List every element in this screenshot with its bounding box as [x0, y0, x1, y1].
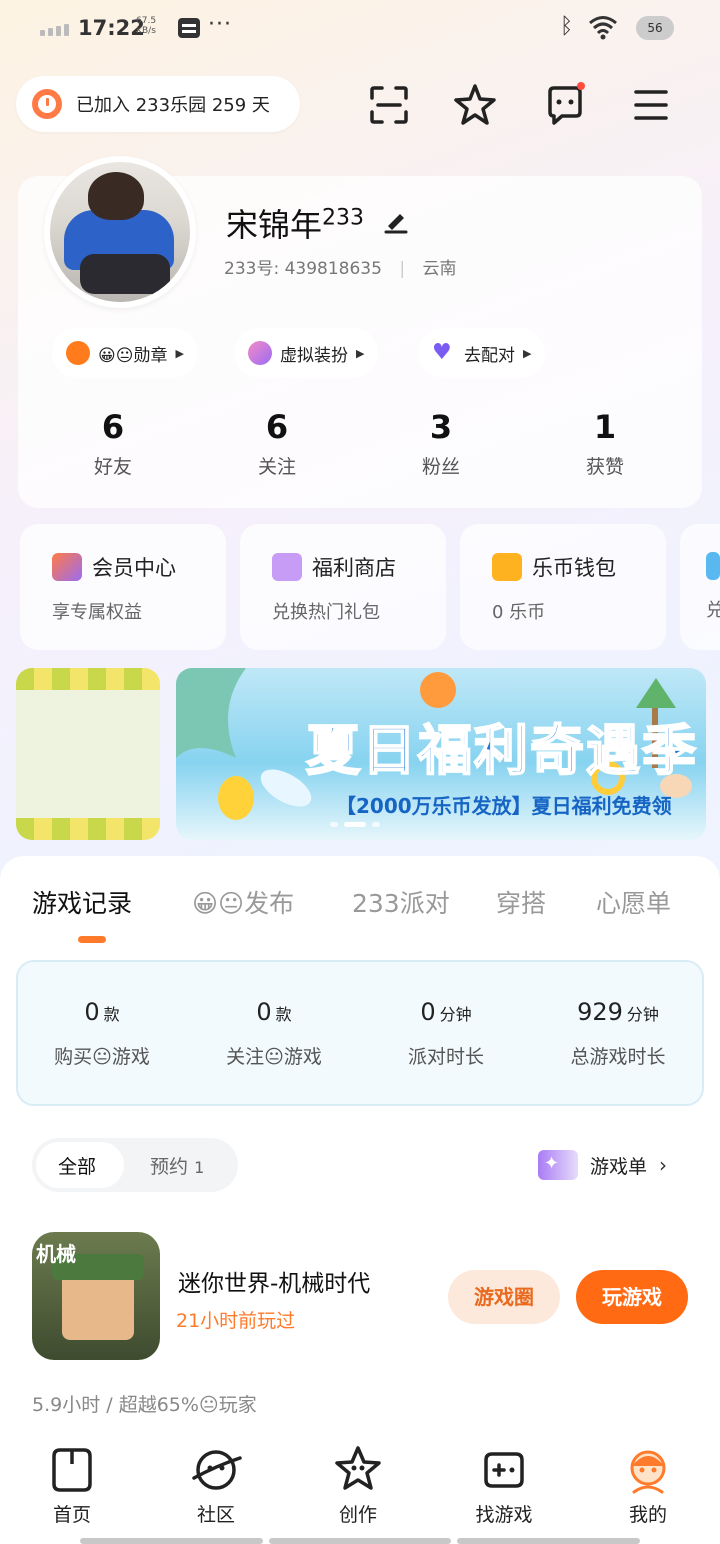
stat-fans[interactable]: 3 粉丝 [376, 408, 506, 479]
banner-summer-welfare[interactable]: 夏日福利奇遇季 【2000万乐币发放】夏日福利免费领 [176, 668, 706, 840]
coin-wallet-card[interactable]: 乐币钱包 0 乐币 [460, 524, 666, 650]
joined-suffix: 天 [251, 95, 270, 116]
banner-title: 夏日福利奇遇季 [305, 718, 698, 783]
arrow-right-icon: ▶ [175, 346, 184, 360]
sparkle-icon [538, 1150, 578, 1180]
nav-create[interactable]: 创作 [308, 1442, 408, 1527]
wallet-icon [492, 553, 522, 581]
notification-card-icon [178, 18, 200, 38]
stat-likes[interactable]: 1 获赞 [540, 408, 670, 479]
joined-days-pill[interactable]: 已加入 233乐园 259 天 [16, 76, 300, 132]
filter-reserve[interactable]: 预约 1 [150, 1152, 204, 1179]
avatar-image [50, 162, 190, 302]
tab-outfit[interactable]: 穿搭 [496, 884, 546, 920]
tab-party[interactable]: 233派对 [352, 884, 450, 920]
vip-center-card[interactable]: 会员中心 享专属权益 [20, 524, 226, 650]
bluetooth-icon: ᛒ [560, 14, 574, 39]
joined-days: 259 [211, 95, 247, 116]
star-create-icon [335, 1446, 381, 1490]
summary-purchased: 0款 购买😐游戏 [54, 998, 150, 1068]
avatar-outfit-pill[interactable]: 虚拟装扮 ▶ [234, 328, 379, 378]
partial-card[interactable]: 兑 [680, 524, 720, 650]
banner-pagination [330, 822, 380, 827]
nav-home[interactable]: 首页 [22, 1442, 122, 1527]
game-name[interactable]: 迷你世界-机械时代 [178, 1264, 370, 1298]
active-tab-indicator [78, 936, 106, 943]
message-icon[interactable] [540, 80, 590, 130]
scan-icon[interactable] [364, 80, 414, 130]
profile-face-icon [630, 1450, 666, 1494]
tab-publish[interactable]: 😀😐发布 [192, 884, 294, 920]
medal-icon [66, 341, 90, 365]
planet-icon [192, 1450, 242, 1490]
user-id-row: 233号: 439818635 | 云南 [224, 259, 457, 279]
username: 宋锦年233 [226, 205, 365, 244]
signal-icon [40, 24, 69, 36]
arrow-right-icon: ▶ [356, 346, 365, 360]
game-list-link[interactable]: 游戏单 › [538, 1150, 667, 1180]
stat-following[interactable]: 6 关注 [212, 408, 342, 479]
filter-all[interactable]: 全部 [58, 1152, 96, 1179]
joined-prefix: 已加入 233乐园 [76, 95, 207, 116]
banner-subtitle: 【2000万乐币发放】夏日福利免费领 [336, 794, 672, 818]
nav-mine[interactable]: 我的 [598, 1442, 698, 1527]
user-location: 云南 [422, 259, 457, 279]
wifi-icon [589, 16, 617, 40]
vip-crown-icon [52, 553, 82, 581]
avatar[interactable] [44, 156, 196, 308]
user-id-label: 233号: [224, 259, 280, 279]
tab-game-record[interactable]: 游戏记录 [32, 884, 132, 920]
home-icon [52, 1448, 92, 1492]
ellipsis-icon: ··· [208, 12, 232, 37]
cat-face-icon [248, 341, 272, 365]
match-pill[interactable]: ♥ 去配对 ▶ [418, 328, 546, 378]
battery-icon: 56 [636, 16, 674, 40]
user-id-value: 439818635 [284, 259, 382, 279]
star-collection-icon[interactable] [450, 80, 500, 130]
gift-icon [272, 553, 302, 581]
welfare-shop-card[interactable]: 福利商店 兑换热门礼包 [240, 524, 446, 650]
summary-party-time: 0 分钟 派对时长 [407, 998, 484, 1068]
chevron-right-icon: › [659, 1153, 668, 1177]
drop-icon [706, 552, 720, 580]
game-icon[interactable]: 机械 [32, 1232, 160, 1360]
gesture-bar [80, 1538, 641, 1544]
menu-icon[interactable] [626, 80, 676, 130]
status-time: 17:22 [78, 16, 145, 40]
game-play-stat: 5.9小时 / 超越65%😐玩家 [32, 1394, 257, 1416]
network-speed: 67.5 KB/s [136, 16, 157, 36]
arrow-right-icon: ▶ [523, 346, 532, 360]
nav-community[interactable]: 社区 [166, 1442, 266, 1527]
summary-followed: 0款 关注😐游戏 [226, 998, 322, 1068]
nav-find-game[interactable]: 找游戏 [454, 1442, 554, 1527]
edit-icon[interactable] [382, 206, 410, 234]
summary-total-time: 929 分钟 总游戏时长 [570, 998, 666, 1068]
tab-wishlist[interactable]: 心愿单 [596, 884, 671, 920]
play-game-button[interactable]: 玩游戏 [576, 1270, 688, 1324]
game-last-played: 21小时前玩过 [176, 1310, 296, 1332]
status-bar: 17:22 67.5 KB/s ··· ᛒ 56 [0, 0, 720, 60]
stat-friends[interactable]: 6 好友 [48, 408, 178, 479]
gamepad-icon [484, 1452, 524, 1488]
banner-prev-slide[interactable] [16, 668, 160, 840]
game-circle-button[interactable]: 游戏圈 [448, 1270, 560, 1324]
alarm-clock-icon [32, 89, 62, 119]
heart-icon: ♥ [432, 340, 452, 365]
medal-pill[interactable]: 😀😐勋章 ▶ [52, 328, 198, 378]
